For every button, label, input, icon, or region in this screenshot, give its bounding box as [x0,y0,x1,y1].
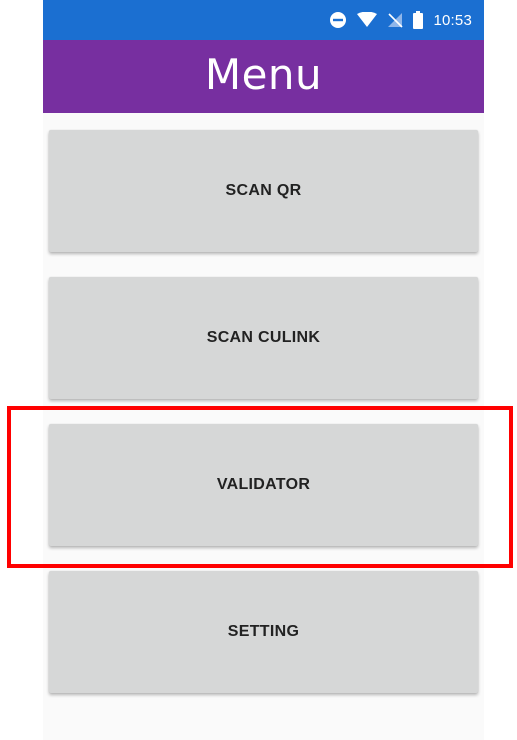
status-bar: 10:53 [43,0,484,40]
battery-icon [413,11,424,29]
scan-culink-button[interactable]: SCAN CULINK [49,277,478,399]
scan-qr-button[interactable]: SCAN QR [49,130,478,252]
phone-screen: 10:53 Menu SCAN QR SCAN CULINK VALIDATOR… [43,0,484,740]
clock: 10:53 [433,11,472,29]
page-title: Menu [204,50,323,99]
wifi-icon [357,12,378,27]
no-sim-icon [388,13,404,28]
validator-label: VALIDATOR [216,476,311,493]
validator-button[interactable]: VALIDATOR [49,424,478,546]
setting-label: SETTING [227,623,300,640]
scan-culink-label: SCAN CULINK [206,329,321,346]
setting-button[interactable]: SETTING [49,571,478,693]
app-bar: Menu [43,40,484,113]
scan-qr-label: SCAN QR [225,182,302,199]
do-not-disturb-icon [330,12,347,28]
